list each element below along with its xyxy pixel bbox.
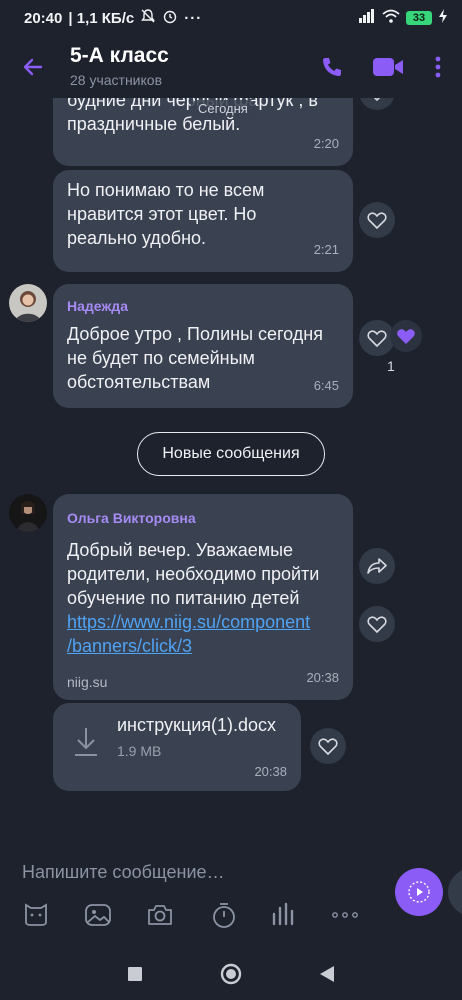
video-icon[interactable] bbox=[371, 50, 405, 84]
message-composer bbox=[0, 838, 462, 948]
like-button[interactable] bbox=[359, 202, 395, 238]
message-bubble[interactable]: Ольга Викторовна Добрый вечер. Уважаемые… bbox=[53, 494, 353, 700]
send-button[interactable] bbox=[395, 868, 443, 916]
camera-icon[interactable] bbox=[145, 900, 175, 930]
side-panel-handle[interactable] bbox=[448, 868, 462, 916]
message-link[interactable]: https://www.niig.su/component /banners/c… bbox=[53, 610, 353, 658]
message-time: 20:38 bbox=[254, 764, 287, 779]
message-text: Но понимаю то не всем нравится этот цвет… bbox=[67, 180, 265, 248]
recents-square-icon[interactable] bbox=[121, 960, 149, 988]
sender-name[interactable]: Ольга Викторовна bbox=[53, 494, 353, 530]
message-time: 6:45 bbox=[313, 378, 339, 393]
message-bubble[interactable]: Но понимаю то не всем нравится этот цвет… bbox=[53, 170, 353, 272]
message-text: Добрый вечер. Уважаемые родители, необхо… bbox=[67, 540, 320, 608]
message-input[interactable] bbox=[22, 858, 382, 886]
message-time: 2:20 bbox=[313, 136, 339, 151]
sticker-icon[interactable] bbox=[21, 900, 51, 930]
like-button[interactable] bbox=[310, 728, 346, 764]
file-size: 1.9 MB bbox=[117, 743, 162, 759]
mute-icon bbox=[140, 8, 156, 28]
message-time: 2:21 bbox=[313, 242, 339, 257]
home-circle-icon[interactable] bbox=[217, 960, 245, 988]
signal-icon bbox=[358, 9, 376, 27]
back-arrow-icon[interactable] bbox=[18, 52, 48, 82]
likes-count: 1 bbox=[387, 358, 395, 374]
wifi-icon bbox=[382, 9, 400, 27]
battery-icon: 33 bbox=[406, 11, 432, 25]
like-button[interactable] bbox=[359, 606, 395, 642]
download-icon[interactable] bbox=[71, 725, 101, 759]
sender-name[interactable]: Надежда bbox=[53, 284, 353, 318]
message-bubble[interactable]: Надежда Доброе утро , Полины сегодня не … bbox=[53, 284, 353, 408]
charging-icon bbox=[438, 9, 448, 27]
new-messages-button[interactable]: Новые сообщения bbox=[137, 432, 325, 476]
status-bar: 20:40 | 1,1 КБ/с ··· 33 bbox=[0, 0, 462, 36]
clock: 20:40 bbox=[24, 9, 63, 27]
network-speed: | 1,1 КБ/с bbox=[68, 9, 135, 27]
more-horizontal-icon[interactable] bbox=[330, 900, 360, 930]
avatar[interactable] bbox=[9, 284, 47, 322]
chat-title: 5-А класс bbox=[70, 44, 169, 67]
phone-icon[interactable] bbox=[315, 50, 349, 84]
gallery-icon[interactable] bbox=[83, 900, 113, 930]
timer-icon[interactable] bbox=[209, 900, 239, 930]
message-list[interactable]: будние дни черный фартук , в праздничные… bbox=[0, 98, 462, 838]
participants-count: 28 участников bbox=[70, 72, 163, 88]
like-button[interactable] bbox=[359, 98, 395, 110]
back-triangle-icon[interactable] bbox=[313, 960, 341, 988]
date-separator: Сегодня bbox=[190, 100, 256, 117]
file-name: инструкция(1).docx bbox=[117, 715, 277, 735]
system-nav-bar bbox=[0, 948, 462, 1000]
avatar[interactable] bbox=[9, 494, 47, 532]
chat-header: 5-А класс 28 участников bbox=[0, 36, 462, 98]
more-dots-icon: ··· bbox=[184, 9, 203, 27]
voice-bars-icon[interactable] bbox=[268, 900, 298, 930]
message-text: Доброе утро , Полины сегодня не будет по… bbox=[67, 324, 323, 392]
forward-button[interactable] bbox=[359, 548, 395, 584]
file-message[interactable]: инструкция(1).docx 1.9 MB 20:38 bbox=[53, 703, 301, 791]
alarm-icon bbox=[162, 8, 178, 28]
message-time: 20:38 bbox=[306, 670, 339, 685]
kebab-menu-icon[interactable] bbox=[421, 50, 455, 84]
heart-filled-icon[interactable] bbox=[390, 320, 422, 352]
chat-title-block[interactable]: 5-А класс 28 участников bbox=[70, 44, 169, 88]
